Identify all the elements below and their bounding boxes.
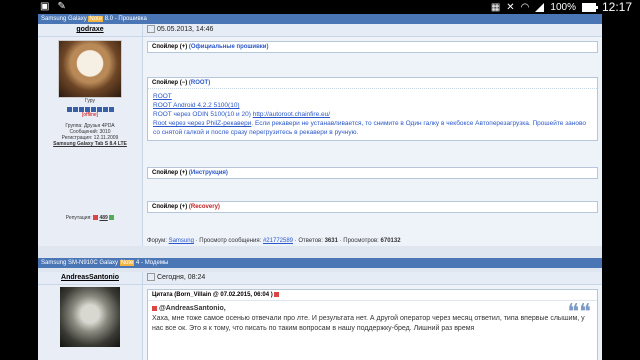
quote-block: Цитата (Born_Villain @ 07.02.2015, 06:04… [147,289,598,360]
thread-bar-prefix: Samsung SM-N910C Galaxy [41,260,120,266]
post-footer: Форум: Samsung · Просмотр сообщения: #21… [147,238,598,244]
forum-page: Samsung Galaxy Note 8.0 - Прошивка godra… [38,14,602,360]
post-author[interactable]: godraxe [38,24,142,36]
status-left-icons: ▣ ✎ [40,1,66,12]
thread-bar-tag: Note [119,260,135,266]
quote-header: Цитата (Born_Villain @ 07.02.2015, 06:04… [148,290,597,302]
spoiler-label: Спойлер (−) [152,80,188,86]
quote-link-icon[interactable] [274,292,280,297]
post-body-2: Цитата (Born_Villain @ 07.02.2015, 06:04… [38,285,602,360]
spoiler-recovery[interactable]: Спойлер (+) (Recovery) [147,201,598,213]
mute-icon: ✕ [506,1,515,13]
thread-bar[interactable]: Samsung Galaxy Note 8.0 - Прошивка [38,14,602,24]
spoiler-title: (Инструкция) [188,170,228,176]
battery-icon [581,2,598,12]
post-header: godraxe 05.05.2013, 14:46 [38,24,602,37]
post-date: Сегодня, 08:24 [142,272,602,284]
reputation-value[interactable]: 489 [99,215,107,221]
user-info: Гуру [offline] Группа: Друзья 4PDA Сообщ… [38,37,142,246]
user-status: [offline] [81,112,99,118]
thread-bar-2[interactable]: Samsung SM-N910C Galaxy Note 4 - Модемы [38,258,602,268]
reputation-label: Репутация: [65,215,92,221]
footer-message-link[interactable]: #21772589 [263,238,293,244]
image-icon: ▣ [40,1,50,12]
post-date: 05.05.2013, 14:46 [142,24,602,36]
footer-views: 670132 [380,238,401,244]
thread-bar-suffix: 4 - Модемы [134,260,169,266]
link-root[interactable]: ROOT [153,92,592,101]
spoiler-title: (Официальные прошивки) [188,44,269,50]
spoiler-label: Спойлер (+) [152,170,188,176]
rank-star [108,107,114,112]
quote-body: @AndreasSantonio, Хаха, мне тоже самое о… [148,301,597,337]
plus-icon[interactable] [109,215,115,221]
post-header-2: AndreasSantonio Сегодня, 08:24 [38,272,602,285]
reply-icon [152,305,157,311]
rank-star [102,107,108,112]
clock: 12:17 [601,0,632,14]
spoiler-label: Спойлер (+) [152,204,188,210]
link-root-android[interactable]: ROOT Android 4.2.2 5100(10) [153,101,592,110]
post-body: Гуру [offline] Группа: Друзья 4PDA Сообщ… [38,37,602,246]
user-info-2 [38,285,142,360]
quote-reply-name[interactable]: @AndreasSantonio, [159,305,226,312]
quote-mark-icon: ❝❝ [567,300,591,325]
user-device[interactable]: Samsung Galaxy Tab S 8.4 LTE [38,141,142,147]
post-icon [147,273,155,282]
post-date-text: 05.05.2013, 14:46 [157,26,214,33]
status-right: ▦ ✕ ◠ 100% 12:17 [491,0,632,14]
link-philz[interactable]: Root через через PhilZ-рекавери [153,120,251,127]
quote-text: Хаха, мне тоже самое осенью отвечали про… [152,315,585,333]
post-message-2: Цитата (Born_Villain @ 07.02.2015, 06:04… [142,285,602,360]
user-rank: Гуру [84,98,96,104]
quote-reply-to: @AndreasSantonio, [152,304,593,314]
screenshot-icon: ▦ [490,1,501,13]
footer-label: · Ответов: [293,238,325,244]
spoiler-content: ROOT ROOT Android 4.2.2 5100(10) ROOT че… [148,89,597,140]
footer-label: Форум: [147,238,169,244]
avatar[interactable] [58,40,122,98]
spoiler-title: (Recovery) [188,204,220,210]
spoiler-title: (ROOT) [188,80,211,86]
rank-star [66,107,72,112]
thread-bar-prefix: Samsung Galaxy [41,16,89,22]
quote-header-text: Цитата (Born_Villain @ 07.02.2015, 06:04… [152,292,273,299]
post-date-text: Сегодня, 08:24 [157,274,206,281]
post-icon [147,25,155,34]
link-autoroot[interactable]: http://autoroot.chainfire.eu/ [253,111,330,118]
minus-icon[interactable] [93,215,99,221]
spoiler-label: Спойлер (+) [152,44,188,50]
post-author[interactable]: AndreasSantonio [38,272,142,284]
footer-forum-link[interactable]: Samsung [169,238,194,244]
signal-icon [535,2,545,12]
thread-bar-suffix: 8.0 - Прошивка [103,16,147,22]
battery-percent: 100% [550,1,576,13]
status-bar: ▣ ✎ ▦ ✕ ◠ 100% 12:17 [0,0,640,14]
wifi-icon: ◠ [520,1,530,13]
post-message: Спойлер (+) (Официальные прошивки) Спойл… [142,37,602,246]
spoiler-official[interactable]: Спойлер (+) (Официальные прошивки) [147,41,598,53]
rank-star [72,107,78,112]
root-odin-text: ROOT через ODIN 5100(10 и 20) [153,111,251,118]
reputation: Репутация: 489 [38,215,142,221]
spoiler-instruction[interactable]: Спойлер (+) (Инструкция) [147,167,598,179]
post-separator [38,246,602,258]
footer-label: · Просмотров: [337,238,381,244]
footer-label: · Просмотр сообщения: [193,238,263,244]
pen-icon: ✎ [57,1,66,12]
avatar[interactable] [60,287,120,347]
footer-answers: 3631 [324,238,338,244]
thread-bar-tag: Note [88,16,104,22]
spoiler-root[interactable]: Спойлер (−) (ROOT) ROOT ROOT Android 4.2… [147,77,598,141]
